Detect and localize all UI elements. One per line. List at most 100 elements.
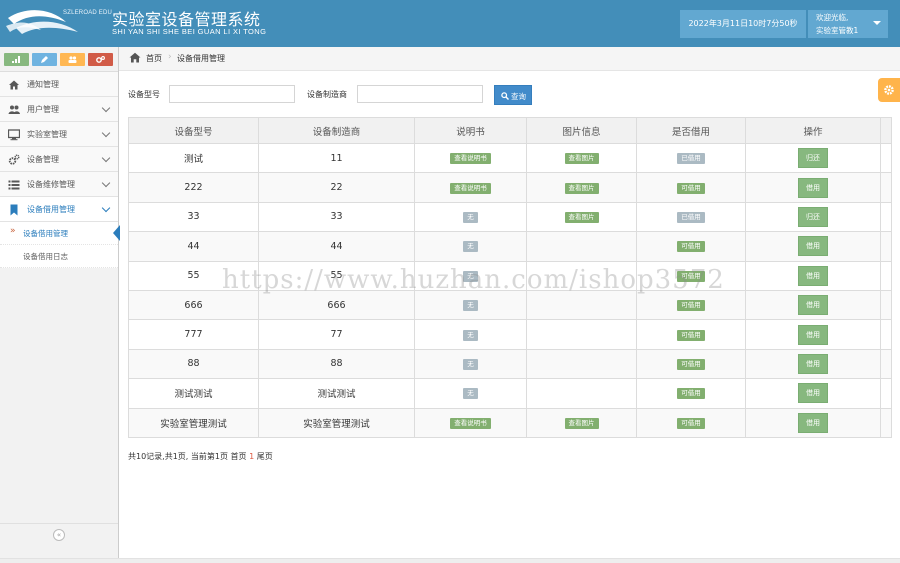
- users-icon: [8, 105, 20, 114]
- cell-image: [526, 260, 637, 291]
- sidebar-subitem-borrow-log[interactable]: 设备借用日志: [0, 245, 118, 268]
- cell-status: 已借用: [636, 201, 746, 233]
- cell-status: 可借用: [636, 378, 746, 409]
- cell-empty: [880, 378, 892, 409]
- column-header: 设备制造商: [258, 117, 415, 144]
- status-badge: 已借用: [677, 153, 705, 165]
- sidebar-item-notice[interactable]: 通知管理: [0, 72, 118, 97]
- cell-empty: [880, 289, 892, 321]
- cell-empty: [880, 231, 892, 262]
- borrow-button[interactable]: 借用: [798, 353, 828, 374]
- cell-status: 可借用: [636, 407, 746, 438]
- borrow-button[interactable]: 借用: [798, 383, 828, 404]
- pencil-icon: [41, 56, 48, 63]
- borrow-button[interactable]: 借用: [798, 265, 828, 286]
- view-image-button[interactable]: 查看图片: [564, 153, 599, 165]
- user-menu[interactable]: 欢迎光临, 实验室管教1: [808, 10, 888, 38]
- cell-maker: 44: [258, 231, 415, 262]
- settings-button[interactable]: [878, 78, 900, 102]
- cell-status: 可借用: [636, 260, 746, 291]
- top-navbar: SZLEROAD EDU 实验室设备管理系统 SHI YAN SHI SHE B…: [0, 0, 900, 47]
- column-header: [880, 117, 892, 144]
- cell-action: 借用: [745, 172, 881, 203]
- model-search-input[interactable]: [169, 85, 295, 103]
- maker-search-input[interactable]: [357, 85, 483, 103]
- borrow-button[interactable]: 借用: [798, 324, 828, 345]
- no-manual-badge: 无: [463, 388, 478, 400]
- sidebar-item-devices[interactable]: 设备管理: [0, 147, 118, 172]
- breadcrumb-home-link[interactable]: 首页: [146, 53, 162, 64]
- signal-icon: [12, 56, 20, 63]
- status-badge: 可借用: [677, 417, 705, 429]
- home-icon: [129, 52, 141, 63]
- view-manual-button[interactable]: 查看说明书: [450, 153, 491, 165]
- desktop-icon: [8, 129, 20, 141]
- sidebar-subitem-label: 设备借用管理: [23, 229, 68, 238]
- shortcut-pencil-button[interactable]: [32, 53, 57, 66]
- sidebar-collapse-button[interactable]: «: [53, 529, 65, 541]
- cell-manual: 查看说明书: [414, 172, 527, 203]
- pagination-last-link[interactable]: 尾页: [254, 452, 273, 461]
- status-badge: 可借用: [677, 329, 705, 341]
- caret-down-icon: [873, 21, 881, 25]
- maker-label: 设备制造商: [307, 90, 347, 99]
- status-badge: 可借用: [677, 358, 705, 370]
- view-image-button[interactable]: 查看图片: [564, 182, 599, 194]
- search-button[interactable]: 查询: [494, 85, 532, 105]
- status-badge: 可借用: [677, 388, 705, 400]
- cell-manual: 无: [414, 378, 527, 409]
- sidebar-item-labs[interactable]: 实验室管理: [0, 122, 118, 147]
- borrow-button[interactable]: 借用: [798, 412, 828, 433]
- sidebar-shortcuts: [0, 47, 118, 72]
- app-subtitle: SHI YAN SHI SHE BEI GUAN LI XI TONG: [112, 27, 267, 36]
- sidebar-item-label: 设备借用管理: [27, 205, 75, 214]
- cell-maker: 666: [258, 289, 415, 321]
- sidebar-item-borrow[interactable]: 设备借用管理: [0, 197, 118, 222]
- active-marker: [113, 225, 120, 241]
- cell-manual: 查看说明书: [414, 407, 527, 438]
- current-datetime: 2022年3月11日10时7分50秒: [680, 10, 807, 38]
- sidebar-item-repair[interactable]: 设备维修管理: [0, 172, 118, 197]
- column-header: 是否借用: [636, 117, 746, 144]
- column-header: 设备型号: [128, 117, 259, 144]
- username: 实验室管教1: [816, 26, 859, 35]
- return-button[interactable]: 归还: [798, 148, 828, 169]
- cell-maker: 22: [258, 172, 415, 203]
- cell-status: 可借用: [636, 231, 746, 262]
- chevron-down-icon: [101, 103, 111, 113]
- view-manual-button[interactable]: 查看说明书: [450, 417, 491, 429]
- borrow-button[interactable]: 借用: [798, 236, 828, 257]
- cell-manual: 无: [414, 231, 527, 262]
- shortcut-cogs-button[interactable]: [88, 53, 113, 66]
- chevron-down-icon: [101, 153, 111, 163]
- cell-model: 33: [128, 201, 259, 233]
- logo-text: SZLEROAD EDU: [63, 10, 113, 16]
- cell-status: 可借用: [636, 348, 746, 380]
- cell-action: 借用: [745, 319, 881, 350]
- cell-empty: [880, 142, 892, 174]
- view-image-button[interactable]: 查看图片: [564, 417, 599, 429]
- borrow-button[interactable]: 借用: [798, 177, 828, 198]
- cell-empty: [880, 260, 892, 291]
- shortcut-signal-button[interactable]: [4, 53, 29, 66]
- bookmark-icon: [10, 204, 18, 216]
- view-image-button[interactable]: 查看图片: [564, 211, 599, 223]
- sidebar: 通知管理 用户管理 实验室管理 设备管理 设备维修管理 设备借用管理 » 设备借…: [0, 47, 120, 563]
- shortcut-users-button[interactable]: [60, 53, 85, 66]
- cell-status: 可借用: [636, 172, 746, 203]
- sidebar-subitem-label: 设备借用日志: [23, 252, 68, 261]
- return-button[interactable]: 归还: [798, 206, 828, 227]
- sidebar-item-label: 实验室管理: [27, 130, 67, 139]
- cell-image: 查看图片: [526, 142, 637, 174]
- borrow-button[interactable]: 借用: [798, 295, 828, 316]
- search-button-label: 查询: [511, 92, 526, 101]
- double-angle-right-icon: »: [10, 226, 16, 236]
- table-row: 777 77 无 可借用 借用: [128, 319, 892, 350]
- users-icon: [68, 56, 77, 63]
- cell-action: 借用: [745, 378, 881, 409]
- sidebar-subitem-borrow-manage[interactable]: » 设备借用管理: [0, 222, 120, 245]
- footer: [0, 558, 900, 563]
- sidebar-item-users[interactable]: 用户管理: [0, 97, 118, 122]
- view-manual-button[interactable]: 查看说明书: [450, 182, 491, 194]
- table-row: 实验室管理测试 实验室管理测试 查看说明书 查看图片 可借用 借用: [128, 407, 892, 438]
